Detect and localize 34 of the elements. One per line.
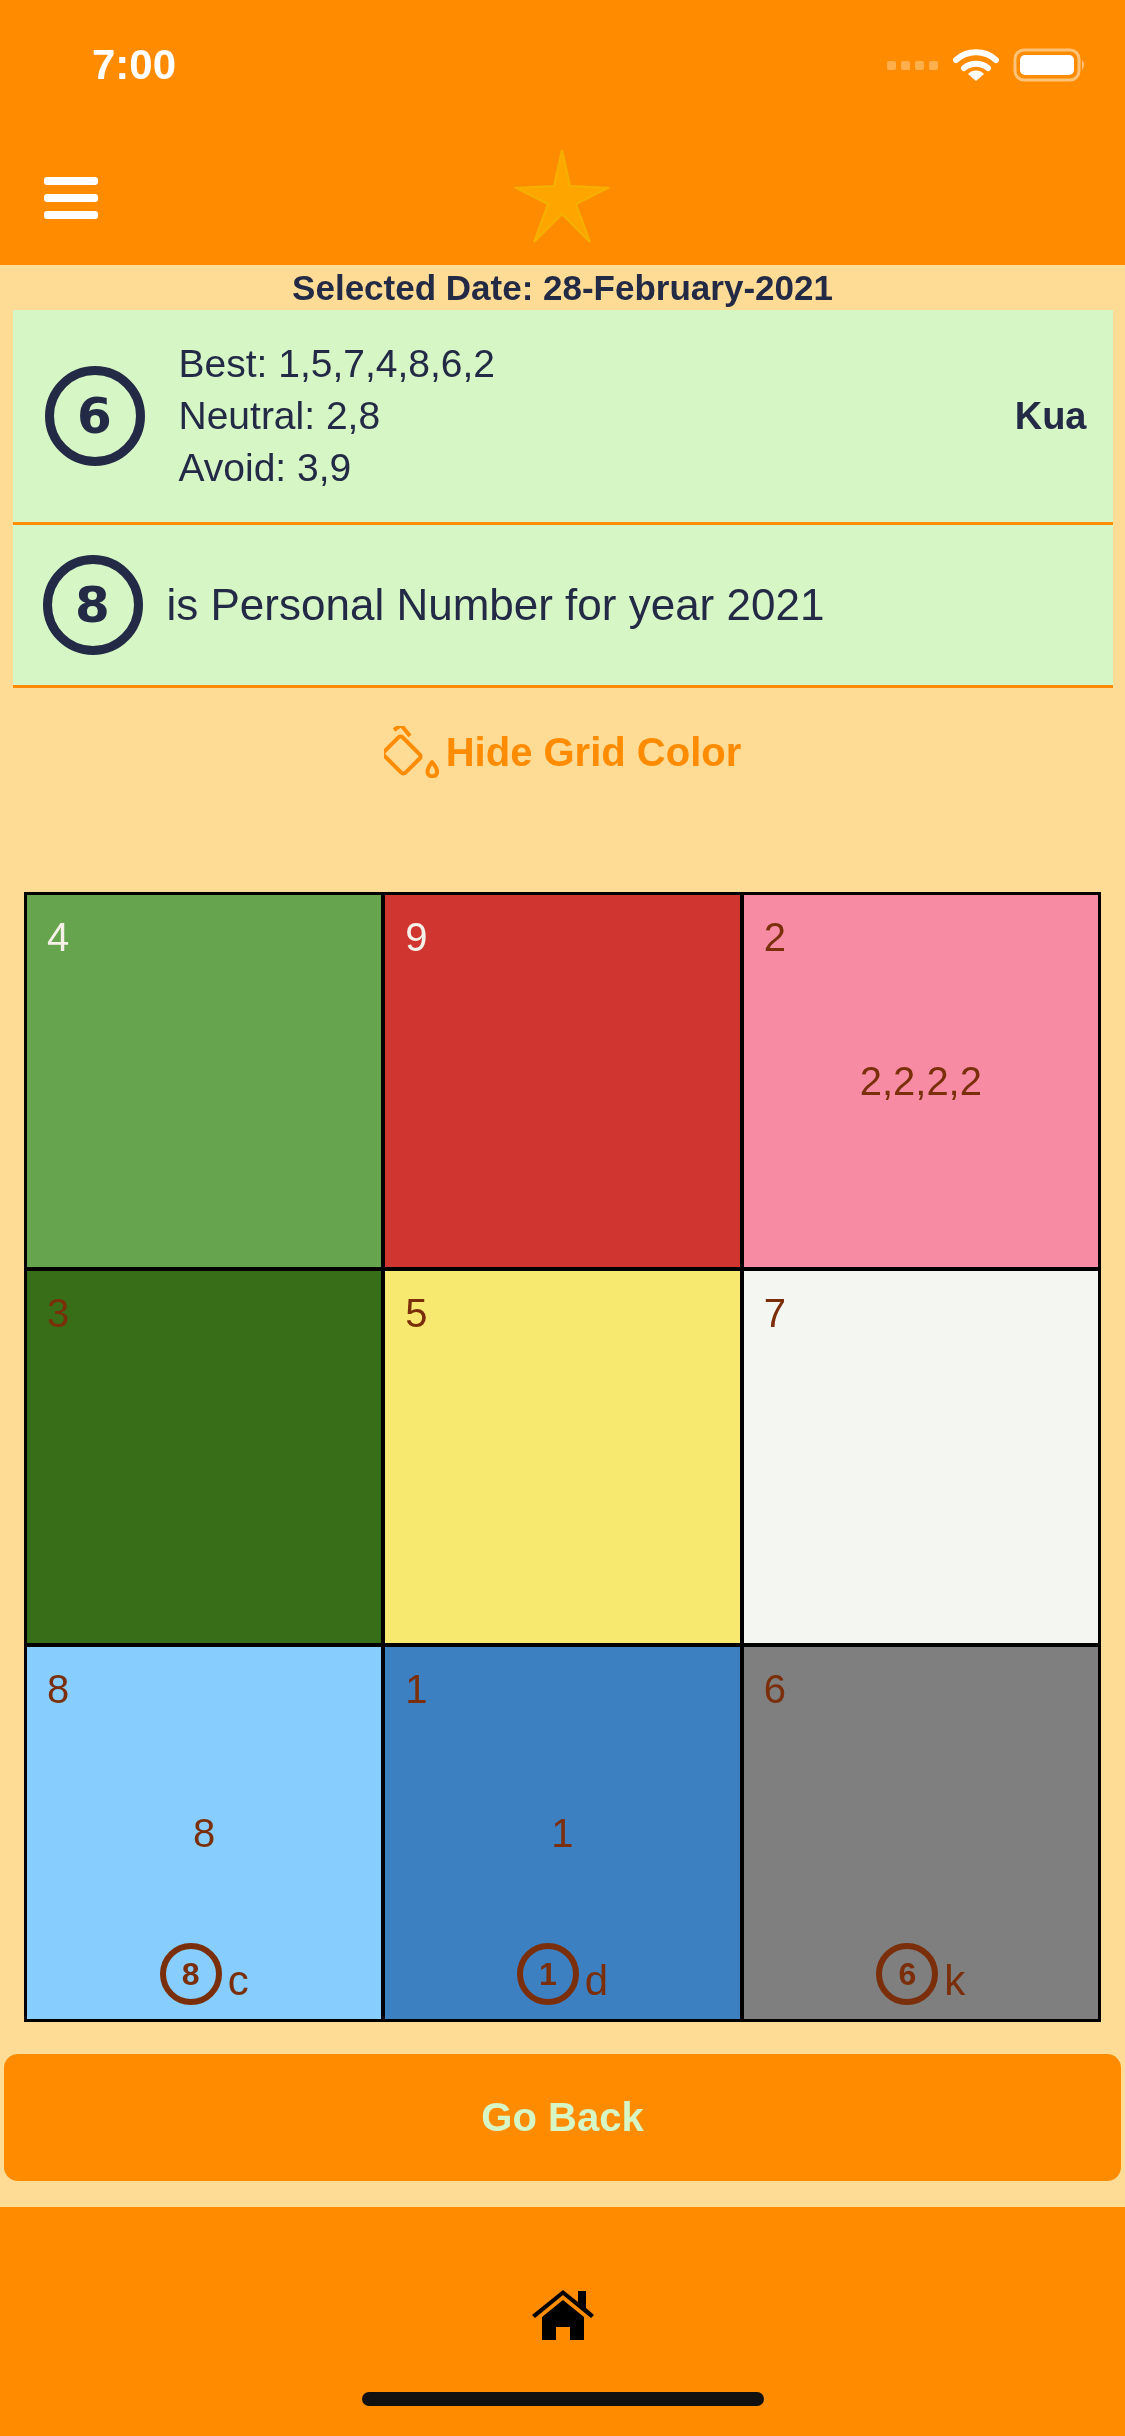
cell-number: 1 (405, 1667, 428, 1712)
cell-number: 7 (763, 1291, 786, 1336)
selected-date: Selected Date: 28-February-2021 (292, 267, 833, 309)
go-back-button[interactable]: Go Back (4, 2054, 1121, 2181)
cell-value: 2,2,2,2 (859, 1058, 982, 1104)
cell-letter: c (227, 1957, 249, 2005)
paint-bucket-icon (383, 726, 442, 778)
circled-number: 6 (44, 366, 145, 466)
circled-number: 8 (159, 1943, 222, 2005)
cell-number: 2 (763, 915, 786, 960)
circled-number: 1 (516, 1943, 579, 2005)
kua-label: Kua (1014, 394, 1087, 438)
cell-number: 5 (405, 1291, 428, 1336)
battery-icon (1013, 48, 1087, 82)
kua-line: Best: 1,5,7,4,8,6,2 (178, 341, 497, 387)
circled-number: 8 (42, 555, 143, 655)
cell-value: 8 (193, 1810, 216, 1856)
cell-letter: d (584, 1957, 609, 2005)
hide-grid-color-button[interactable]: Hide Grid Color (377, 720, 748, 784)
status-time: 7:00 (92, 41, 177, 89)
cell-value: 1 (551, 1810, 574, 1856)
star-logo-icon (514, 148, 610, 244)
signal-icon (887, 59, 939, 71)
cell-number: 6 (763, 1667, 786, 1712)
cell-number: 8 (47, 1667, 70, 1712)
cell-number: 4 (47, 915, 70, 960)
cell-number: 9 (405, 915, 428, 960)
cell-letter: k (944, 1957, 966, 2005)
wifi-icon (953, 48, 999, 82)
cell-number: 3 (47, 1291, 70, 1336)
kua-line: Avoid: 3,9 (178, 445, 353, 491)
kua-line: Neutral: 2,8 (178, 393, 382, 439)
personal-number-text: is Personal Number for year 2021 (166, 580, 825, 630)
circled-number: 6 (876, 1943, 939, 2005)
